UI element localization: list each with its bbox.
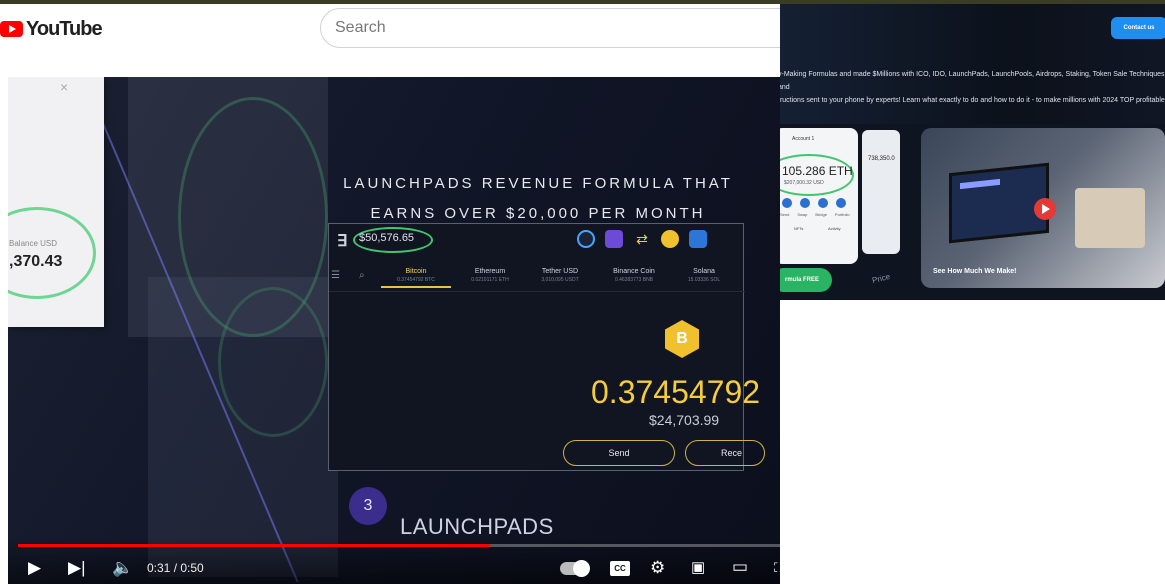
video-thumbnail[interactable]: See How Much We Make! xyxy=(921,128,1165,288)
progress-fill xyxy=(18,544,491,547)
description-line-1: y-Making Formulas and made $Millions wit… xyxy=(780,71,1165,91)
tab-sub: 0.02101171 ETH xyxy=(471,277,509,283)
step-number-badge: 3 xyxy=(349,487,387,525)
youtube-logo[interactable]: YouTube xyxy=(0,17,103,40)
swap-icon: ⇄ xyxy=(636,231,648,247)
phone-account-label: Account 1 xyxy=(792,136,815,142)
youtube-play-icon xyxy=(0,21,23,37)
phone-tab-nfts: NFTs xyxy=(794,226,804,231)
token-bnb-icon xyxy=(661,230,679,248)
tab-sub: 0.46383773 BNB xyxy=(614,277,654,283)
popup-amount: ,370.43 xyxy=(9,253,63,270)
next-icon[interactable]: ▶| xyxy=(68,559,86,577)
volume-icon[interactable]: 🔈 xyxy=(112,559,133,577)
tab-solana[interactable]: Solana 15.03336 SOL xyxy=(669,268,739,283)
fullscreen-icon[interactable]: ⛶ xyxy=(774,559,780,577)
tab-sub: 15.03336 SOL xyxy=(687,277,721,283)
wallet-asset-tabs: Bitcoin 0.37454792 BTC Ethereum 0.021011… xyxy=(329,264,745,292)
token-cube-icon xyxy=(689,230,707,248)
settings-gear-icon[interactable]: ⚙ xyxy=(650,559,665,577)
tab-label: Tether USD xyxy=(541,268,579,275)
theater-mode-icon[interactable]: ▭ xyxy=(732,558,748,576)
phone-eth-amount: 105.286 ETH xyxy=(782,164,853,178)
video-headline: LAUNCHPADS REVENUE FORMULA THAT EARNS OV… xyxy=(308,169,768,229)
thumbnail-caption: See How Much We Make! xyxy=(933,268,1017,275)
action-label: Portfolio xyxy=(834,212,850,217)
phone-secondary-value: 738,350.0 xyxy=(868,156,895,162)
thumbnail-play-icon[interactable] xyxy=(1034,198,1056,220)
portfolio-icon xyxy=(836,198,846,208)
receive-button[interactable]: Rece xyxy=(685,440,765,466)
wallet-asset-usd: $24,703.99 xyxy=(649,412,720,428)
autoplay-toggle[interactable] xyxy=(560,560,590,577)
token-ring-icon xyxy=(577,230,595,248)
phone-action-icons xyxy=(782,198,846,208)
video-popup-card: × Balance USD ,370.43 xyxy=(8,77,104,327)
description-line-2: tructions sent to your phone by experts!… xyxy=(780,97,1165,104)
tab-bitcoin[interactable]: Bitcoin 0.37454792 BTC xyxy=(381,268,451,288)
tab-sub: 0.37454792 BTC xyxy=(397,277,435,283)
youtube-pane: YouTube Search × Balance USD ,370.43 LAU… xyxy=(0,4,780,584)
tab-tether[interactable]: Tether USD 3,010,095 USDT xyxy=(525,268,595,283)
bridge-icon xyxy=(818,198,828,208)
miniplayer-icon[interactable]: ▣ xyxy=(691,559,705,577)
tab-label: Bitcoin xyxy=(405,268,427,275)
send-icon xyxy=(782,198,792,208)
search-input[interactable]: Search xyxy=(320,8,780,48)
popup-small-label: Balance USD xyxy=(9,239,58,248)
landing-page: Contact us y-Making Formulas and made $M… xyxy=(780,4,1165,300)
price-overlay-word: Price xyxy=(871,271,892,286)
action-label: Swap xyxy=(797,212,808,217)
phone-mockup-secondary: 738,350.0 xyxy=(862,130,900,254)
get-formula-button[interactable]: rmula FREE xyxy=(780,268,832,292)
headline-line-1: LAUNCHPADS REVENUE FORMULA THAT xyxy=(343,175,733,192)
captions-button[interactable]: CC xyxy=(610,561,630,576)
wallet-logo-icon: ∃ xyxy=(337,233,348,250)
tab-sub: 3,010,095 USDT xyxy=(541,277,579,283)
tab-label: Binance Coin xyxy=(613,268,655,275)
contact-us-button[interactable]: Contact us xyxy=(1111,17,1165,39)
progress-bar[interactable] xyxy=(18,544,780,547)
screenshot-root: YouTube Search × Balance USD ,370.43 LAU… xyxy=(0,0,1165,584)
youtube-wordmark: YouTube xyxy=(26,17,103,40)
swap-icon xyxy=(800,198,810,208)
wallet-screen: ∃ $50,576.65 ⇄ ☰ ⌕ Bitcoin 0.37454792 BT… xyxy=(328,223,765,471)
phone-tab-activity: Activity xyxy=(828,226,841,231)
wallet-balance: $50,576.65 xyxy=(359,232,415,244)
play-icon[interactable]: ▶ xyxy=(28,559,41,577)
thumbnail-shelf xyxy=(1075,188,1145,248)
tab-ethereum[interactable]: Ethereum 0.02101171 ETH xyxy=(455,268,525,283)
phone-mockup: Account 1 105.286 ETH $207,000.32 USD Se… xyxy=(780,128,858,264)
phone-action-labels: Send Swap Bridge Portfolio xyxy=(780,212,850,217)
tab-label: Ethereum xyxy=(474,268,506,275)
phone-eth-usd: $207,000.32 USD xyxy=(784,180,824,186)
wallet-token-icons: ⇄ xyxy=(577,230,707,248)
token-purple-icon xyxy=(605,230,623,248)
action-label: Send xyxy=(780,212,790,217)
action-label: Bridge xyxy=(815,212,827,217)
tab-binance[interactable]: Binance Coin 0.46383773 BNB xyxy=(599,268,669,283)
popup-close-icon[interactable]: × xyxy=(60,79,68,95)
thumbnail-laptop xyxy=(949,162,1049,244)
landing-description: y-Making Formulas and made $Millions wit… xyxy=(780,68,1165,107)
tab-label: Solana xyxy=(693,268,715,275)
send-button[interactable]: Send xyxy=(563,440,675,466)
wallet-asset-amount: 0.37454792 xyxy=(591,374,761,410)
video-ghost-oval xyxy=(218,287,328,437)
bitcoin-coin-icon: B xyxy=(665,320,699,358)
time-display: 0:31 / 0:50 xyxy=(147,561,204,575)
video-player[interactable]: × Balance USD ,370.43 LAUNCHPADS REVENUE… xyxy=(8,77,780,584)
